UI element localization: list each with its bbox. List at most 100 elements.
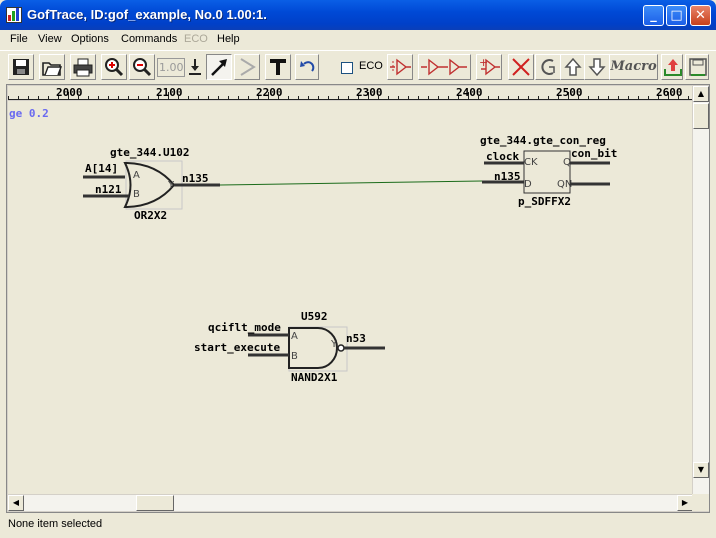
close-button[interactable]: ✕ bbox=[690, 5, 711, 26]
nand-gate-net-a: qciflt_mode bbox=[208, 321, 281, 334]
nand-gate-pin-b: B bbox=[291, 351, 298, 362]
arrow-up-icon bbox=[564, 57, 582, 76]
dff-net-clk: clock bbox=[486, 150, 519, 163]
scroll-left-button[interactable]: ◀ bbox=[8, 495, 24, 511]
eco-add-pin-button[interactable]: + bbox=[476, 54, 502, 80]
forward-trace-button[interactable] bbox=[234, 54, 260, 80]
chevron-right-icon bbox=[240, 58, 256, 76]
maximize-button[interactable]: □ bbox=[666, 5, 687, 26]
print-button[interactable] bbox=[70, 54, 96, 80]
ruler-label: 2600 bbox=[656, 86, 683, 99]
gate-insert-icon bbox=[390, 58, 411, 76]
or-gate-net-out: n135 bbox=[182, 172, 209, 185]
or-gate-net-a: A[14] bbox=[85, 162, 118, 175]
export-button[interactable] bbox=[661, 54, 683, 80]
dff-net-q: con_bit bbox=[571, 147, 617, 160]
nand-gate-pin-y: Y bbox=[330, 339, 338, 350]
pointer-arrow-icon bbox=[211, 59, 227, 76]
zoom-out-button[interactable] bbox=[129, 54, 155, 80]
ruler-ticks bbox=[8, 92, 689, 99]
delete-x-icon bbox=[512, 58, 530, 76]
window-title: GofTrace, ID:gof_example, No.0 1.00:1. bbox=[27, 7, 267, 22]
nand-gate-pin-a: A bbox=[291, 331, 298, 342]
floppy-stack-icon bbox=[689, 58, 707, 76]
open-button[interactable] bbox=[39, 54, 65, 80]
menu-commands[interactable]: Commands bbox=[121, 33, 177, 45]
eco-insert-buffer-chain-button[interactable] bbox=[418, 54, 471, 80]
zoom-field[interactable]: 1.00 bbox=[157, 58, 185, 77]
svg-text:+: + bbox=[479, 57, 488, 69]
menu-view[interactable]: View bbox=[38, 33, 62, 45]
schematic-viewport: 2000 2100 2200 2300 2400 2500 2600 ge 0.… bbox=[6, 84, 710, 513]
vertical-scroll-thumb[interactable] bbox=[693, 103, 709, 129]
scroll-up-button[interactable]: ▲ bbox=[693, 86, 709, 102]
dff-pin-ck: CK bbox=[524, 157, 538, 168]
horizontal-scrollbar[interactable]: ◀ ▶ bbox=[8, 494, 693, 511]
nand-inversion-bubble bbox=[337, 344, 345, 352]
arrow-down-icon bbox=[588, 58, 606, 77]
or-gate-pin-a: A bbox=[133, 170, 140, 181]
ruler-label: 2500 bbox=[556, 86, 583, 99]
ruler-label: 2300 bbox=[356, 86, 383, 99]
eco-connect-button[interactable] bbox=[535, 54, 561, 80]
scroll-right-button[interactable]: ▶ bbox=[677, 495, 693, 511]
or-gate-pin-y: Y bbox=[167, 180, 175, 191]
scrollbar-corner bbox=[692, 494, 709, 511]
zoom-in-button[interactable] bbox=[101, 54, 127, 80]
page-level-label: ge 0.2 bbox=[9, 107, 49, 120]
eco-checkbox[interactable] bbox=[341, 62, 353, 74]
schematic-canvas[interactable]: ge 0.2 gte_344.U102 A[14] n121 A B Y n13… bbox=[8, 101, 693, 495]
add-pin-icon: + bbox=[479, 57, 500, 76]
toolbar: 1.00 ECO + Macro bbox=[0, 50, 716, 83]
or-gate-cell-label: OR2X2 bbox=[134, 209, 167, 222]
nand-gate-instance-label: U592 bbox=[301, 310, 328, 323]
eco-delete-button[interactable] bbox=[508, 54, 534, 80]
upload-tray-icon bbox=[664, 59, 682, 76]
status-text: None item selected bbox=[8, 518, 103, 530]
minimize-button[interactable]: _ bbox=[643, 5, 664, 26]
text-tool-button[interactable] bbox=[265, 54, 291, 80]
ruler-label: 2400 bbox=[456, 86, 483, 99]
save-icon bbox=[13, 59, 29, 75]
ruler-label: 2100 bbox=[156, 86, 183, 99]
move-down-button[interactable] bbox=[584, 54, 610, 80]
select-tool-button[interactable] bbox=[206, 54, 232, 80]
ruler-label: 2200 bbox=[256, 86, 283, 99]
net-n135-wire[interactable] bbox=[219, 180, 483, 186]
printer-icon bbox=[73, 58, 93, 77]
scroll-down-button[interactable]: ▼ bbox=[693, 462, 709, 478]
zoom-out-icon bbox=[133, 58, 152, 77]
dff-instance-label: gte_344.gte_con_reg bbox=[480, 134, 606, 147]
or-gate-instance-label: gte_344.U102 bbox=[110, 146, 189, 159]
status-bar: None item selected bbox=[0, 514, 716, 538]
schematic-drawing: ge 0.2 gte_344.U102 A[14] n121 A B Y n13… bbox=[9, 107, 617, 384]
buffer-chain-icon bbox=[421, 58, 467, 76]
ruler-label: 2000 bbox=[56, 86, 83, 99]
undo-icon bbox=[300, 61, 315, 72]
dff-pin-d: D bbox=[524, 179, 532, 190]
app-icon bbox=[6, 7, 22, 23]
save-as-button[interactable] bbox=[685, 54, 709, 80]
dff-cell-label: p_SDFFX2 bbox=[518, 195, 571, 208]
text-t-icon bbox=[270, 59, 286, 75]
menu-options[interactable]: Options bbox=[71, 33, 109, 45]
eco-insert-gate-button[interactable] bbox=[387, 54, 413, 80]
zoom-apply-button[interactable] bbox=[185, 54, 205, 80]
menu-eco[interactable]: ECO bbox=[184, 33, 208, 45]
horizontal-scroll-thumb[interactable] bbox=[136, 495, 174, 511]
menu-bar: File View Options Commands ECO Help bbox=[0, 30, 716, 49]
nand-gate-net-out: n53 bbox=[346, 332, 366, 345]
title-bar: GofTrace, ID:gof_example, No.0 1.00:1. _… bbox=[0, 0, 716, 30]
zoom-in-icon bbox=[105, 58, 124, 77]
save-button[interactable] bbox=[8, 54, 34, 80]
macro-button[interactable]: Macro bbox=[609, 54, 658, 80]
vertical-scrollbar[interactable]: ▲ ▼ bbox=[692, 86, 709, 495]
menu-file[interactable]: File bbox=[10, 33, 28, 45]
or-gate-pin-b: B bbox=[133, 189, 140, 200]
folder-open-icon bbox=[42, 62, 62, 76]
horizontal-ruler: 2000 2100 2200 2300 2400 2500 2600 bbox=[8, 86, 693, 100]
undo-button[interactable] bbox=[295, 54, 319, 80]
menu-help[interactable]: Help bbox=[217, 33, 240, 45]
eco-checkbox-label: ECO bbox=[359, 60, 383, 72]
move-up-button[interactable] bbox=[560, 54, 586, 80]
